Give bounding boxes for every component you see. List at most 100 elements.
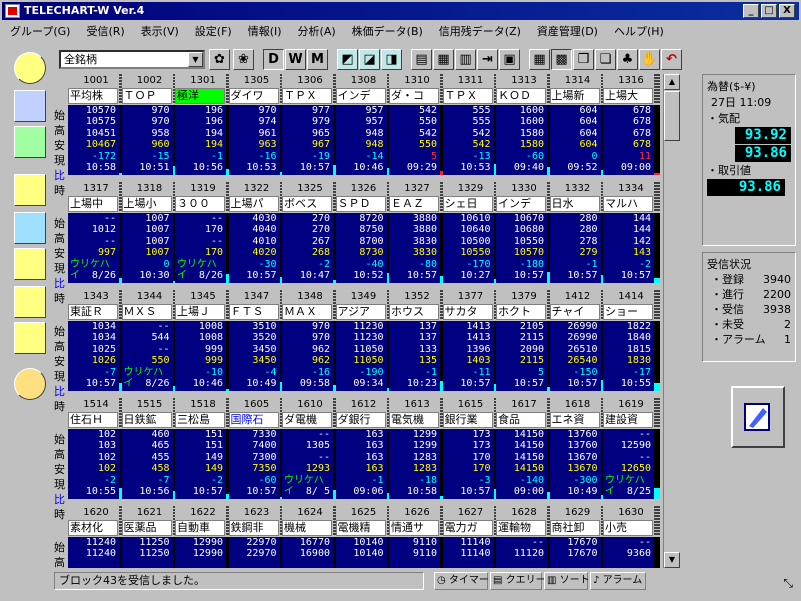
scroll-down-arrow-icon[interactable]: ▼	[664, 552, 680, 568]
stock-cell[interactable]: 1628 運輸物 -- 11120	[496, 506, 553, 568]
stock-cell[interactable]: 1322 上場パ 4030 4040 4010 4020 -30 10:57	[228, 182, 286, 286]
stock-cell[interactable]: 1352 ホウス 137 137 133 135 -1 10:23	[389, 290, 446, 394]
colors-icon[interactable]: ❀	[233, 49, 254, 70]
stock-cell[interactable]: 1613 電気機 1299 1299 1283 1283 -18 10:58	[389, 398, 446, 502]
stock-cell[interactable]: 1619 建設資 -- 12590 -- 12650 ウリケハイ 8/25	[603, 398, 660, 502]
alarm-button[interactable]: ♪ アラーム	[590, 572, 646, 590]
stock-cell[interactable]: 1327 ＥＡＺ 3880 3880 3830 3830 -80 10:57	[389, 182, 446, 286]
stock-cell[interactable]: 1343 東証Ｒ 1034 1034 1025 1026 -7 10:57	[68, 290, 125, 394]
book-open-icon[interactable]	[14, 322, 46, 354]
weekly-button[interactable]: W	[285, 49, 306, 70]
stock-cell[interactable]: 1318 上場小 1007 1007 1007 1007 0 10:30	[121, 182, 179, 286]
stock-cell[interactable]: 1627 電力ガ 11140 11140	[442, 506, 500, 568]
book-icon[interactable]: ❒	[573, 49, 594, 70]
stock-cell[interactable]: 1518 三松島 151 151 149 149 -2 10:57	[175, 398, 232, 502]
monthly-button[interactable]: M	[307, 49, 328, 70]
stock-cell[interactable]: 1630 小売 -- 9360	[603, 506, 660, 568]
stock-cell[interactable]: 1622 自動車 12990 12990	[175, 506, 232, 568]
chart-tool-3-icon[interactable]: ◨	[381, 49, 402, 70]
menu-info[interactable]: 情報(I)	[248, 23, 282, 39]
candlestick-chart-icon[interactable]: ▦	[433, 49, 454, 70]
stock-cell[interactable]: 1618 エネ資 13760 13760 13670 13670 -300 10:49	[549, 398, 607, 502]
scroll-thumb[interactable]	[664, 91, 680, 141]
stock-cell[interactable]: 1311 ＴＰＸ 555 555 542 542 -13 10:53	[442, 74, 500, 178]
stock-cell[interactable]: 1306 ＴＰＸ 977 979 965 967 -19 10:57	[282, 74, 339, 178]
stock-cell[interactable]: 1334 マルハ 144 144 142 143 -2 10:57	[603, 182, 660, 286]
lightbulb-on-icon[interactable]	[14, 52, 46, 84]
stock-cell[interactable]: 1325 ボベス 270 270 267 268 -2 10:47	[282, 182, 339, 286]
stock-cell[interactable]: 1001 平均株 10570 10575 10451 10467 -172 10:58	[68, 74, 125, 178]
stock-cell[interactable]: 1624 機械 16770 16900	[282, 506, 339, 568]
stock-cell[interactable]: 1326 ＳＰＤ 8720 8750 8700 8730 -40 10:52	[335, 182, 393, 286]
stock-cell[interactable]: 1332 日水 280 280 278 279 -1 10:57	[549, 182, 607, 286]
stock-cell[interactable]: 1319 ３００ -- 170 -- 170 ウリケハイ 8/26	[175, 182, 232, 286]
stock-cell[interactable]: 1626 情通サ 9110 9110	[389, 506, 446, 568]
stock-cell[interactable]: 1379 ホクト 2105 2115 2090 2115 5 10:57	[496, 290, 553, 394]
list-icon[interactable]: ▤	[411, 49, 432, 70]
menu-margin-data[interactable]: 信用残データ(Z)	[439, 23, 521, 39]
daily-button[interactable]: D	[263, 49, 284, 70]
grid-view-icon[interactable]	[14, 212, 46, 244]
menu-group[interactable]: グループ(G)	[10, 23, 70, 39]
resize-grip-icon[interactable]: ⤡	[783, 576, 793, 591]
grid-large-icon[interactable]: ▦	[529, 49, 550, 70]
stock-cell[interactable]: 1414 ショー 1822 1840 1815 1830 -17 10:55	[603, 290, 660, 394]
close-button[interactable]: X	[779, 4, 795, 18]
chart-tool-1-icon[interactable]: ◩	[337, 49, 358, 70]
menu-view[interactable]: 表示(V)	[141, 23, 179, 39]
stock-cell[interactable]: 1308 インデ 957 957 948 948 -14 10:46	[335, 74, 393, 178]
stock-cell[interactable]: 1305 ダイワ 970 974 961 963 -16 10:53	[228, 74, 286, 178]
stock-cell[interactable]: 1377 サカタ 1413 1413 1396 1403 -11 10:57	[442, 290, 500, 394]
stock-cell[interactable]: 1310 ダ・コ 542 550 542 550 5 09:29	[389, 74, 446, 178]
stock-cell[interactable]: 1620 素材化 11240 11240	[68, 506, 125, 568]
stock-cell[interactable]: 1615 銀行業 173 173 170 170 -3 10:57	[442, 398, 500, 502]
scroll-up-arrow-icon[interactable]: ▲	[664, 74, 680, 90]
stock-cell[interactable]: 1313 ＫＯＤ 1600 1600 1580 1580 -60 09:40	[496, 74, 553, 178]
maximize-button[interactable]: □	[761, 4, 777, 18]
list-view-icon[interactable]	[14, 174, 46, 206]
minimize-button[interactable]: _	[743, 4, 759, 18]
undo-arrow-icon[interactable]: ↶	[661, 49, 682, 70]
stock-cell[interactable]: 1625 電機精 10140 10140	[335, 506, 393, 568]
pages-icon[interactable]: ❏	[595, 49, 616, 70]
ticket-icon[interactable]	[14, 126, 46, 158]
stock-cell[interactable]: 1612 ダ銀行 163 163 163 163 -1 09:06	[335, 398, 393, 502]
stock-cell[interactable]: 1301 極洋 196 196 194 194 -1 10:56	[175, 74, 232, 178]
hand-icon[interactable]: ✋	[639, 49, 660, 70]
dropdown-arrow-icon[interactable]: ▼	[188, 52, 203, 67]
import-icon[interactable]: ⇥	[477, 49, 498, 70]
query-button[interactable]: ▤ クエリー	[490, 572, 546, 590]
stock-cell[interactable]: 1349 アジア 11230 11230 11050 11050 -190 09:34	[335, 290, 393, 394]
menu-stock-data[interactable]: 株価データ(B)	[352, 23, 423, 39]
menu-asset[interactable]: 資産管理(D)	[537, 23, 598, 39]
flask-icon[interactable]	[14, 248, 46, 280]
stock-cell[interactable]: 1515 日鉄鉱 460 465 455 458 -7 10:56	[121, 398, 179, 502]
document-icon[interactable]: ▣	[499, 49, 520, 70]
puzzle-icon[interactable]	[14, 286, 46, 318]
stock-cell[interactable]: 1347 ＦＴＳ 3510 3520 3450 3450 -4 10:49	[228, 290, 286, 394]
grid-small-icon[interactable]: ▩	[551, 49, 572, 70]
group-select[interactable]: 全銘柄 ▼	[59, 50, 205, 69]
stock-cell[interactable]: 1348 ＭＡＸ 970 970 962 962 -16 09:58	[282, 290, 339, 394]
stock-cell[interactable]: 1314 上場新 604 604 604 604 0 09:52	[549, 74, 607, 178]
pen-icon[interactable]	[14, 90, 46, 122]
satellite-icon[interactable]	[14, 368, 46, 400]
menu-analysis[interactable]: 分析(A)	[298, 23, 336, 39]
stock-cell[interactable]: 1317 上場中 -- 1012 -- 997 ウリケハイ 8/26	[68, 182, 125, 286]
chart-tool-2-icon[interactable]: ◪	[359, 49, 380, 70]
stock-cell[interactable]: 1623 鉄鋼非 22970 22970	[228, 506, 286, 568]
large-action-button[interactable]	[731, 386, 785, 448]
sort-button[interactable]: ▥ ソート	[544, 572, 590, 590]
vertical-scrollbar[interactable]: ▲ ▼	[663, 74, 680, 568]
stock-cell[interactable]: 1345 上場Ｊ 1008 1008 999 999 -10 10:46	[175, 290, 232, 394]
stock-cell[interactable]: 1514 住石Ｈ 102 103 102 102 -2 10:55	[68, 398, 125, 502]
stock-cell[interactable]: 1329 シェ日 10610 10640 10500 10550 -170 10:27	[442, 182, 500, 286]
stock-cell[interactable]: 1617 食品 14150 14150 14150 14150 -140 09:00	[496, 398, 553, 502]
menu-help[interactable]: ヘルプ(H)	[614, 23, 664, 39]
palette-icon[interactable]: ✿	[209, 49, 230, 70]
stock-cell[interactable]: 1605 国際石 7330 7400 7300 7350 -60 10:57	[228, 398, 286, 502]
menu-settings[interactable]: 設定(F)	[195, 23, 232, 39]
stock-cell[interactable]: 1412 チャイ 26990 26990 26510 26540 -150 10:57	[549, 290, 607, 394]
stock-cell[interactable]: 1610 ダ電機 -- 1305 -- 1293 ウリケハイ 8/ 5	[282, 398, 339, 502]
stock-cell[interactable]: 1344 ＭＸＳ -- 544 -- 550 ウリケハイ 8/26	[121, 290, 179, 394]
